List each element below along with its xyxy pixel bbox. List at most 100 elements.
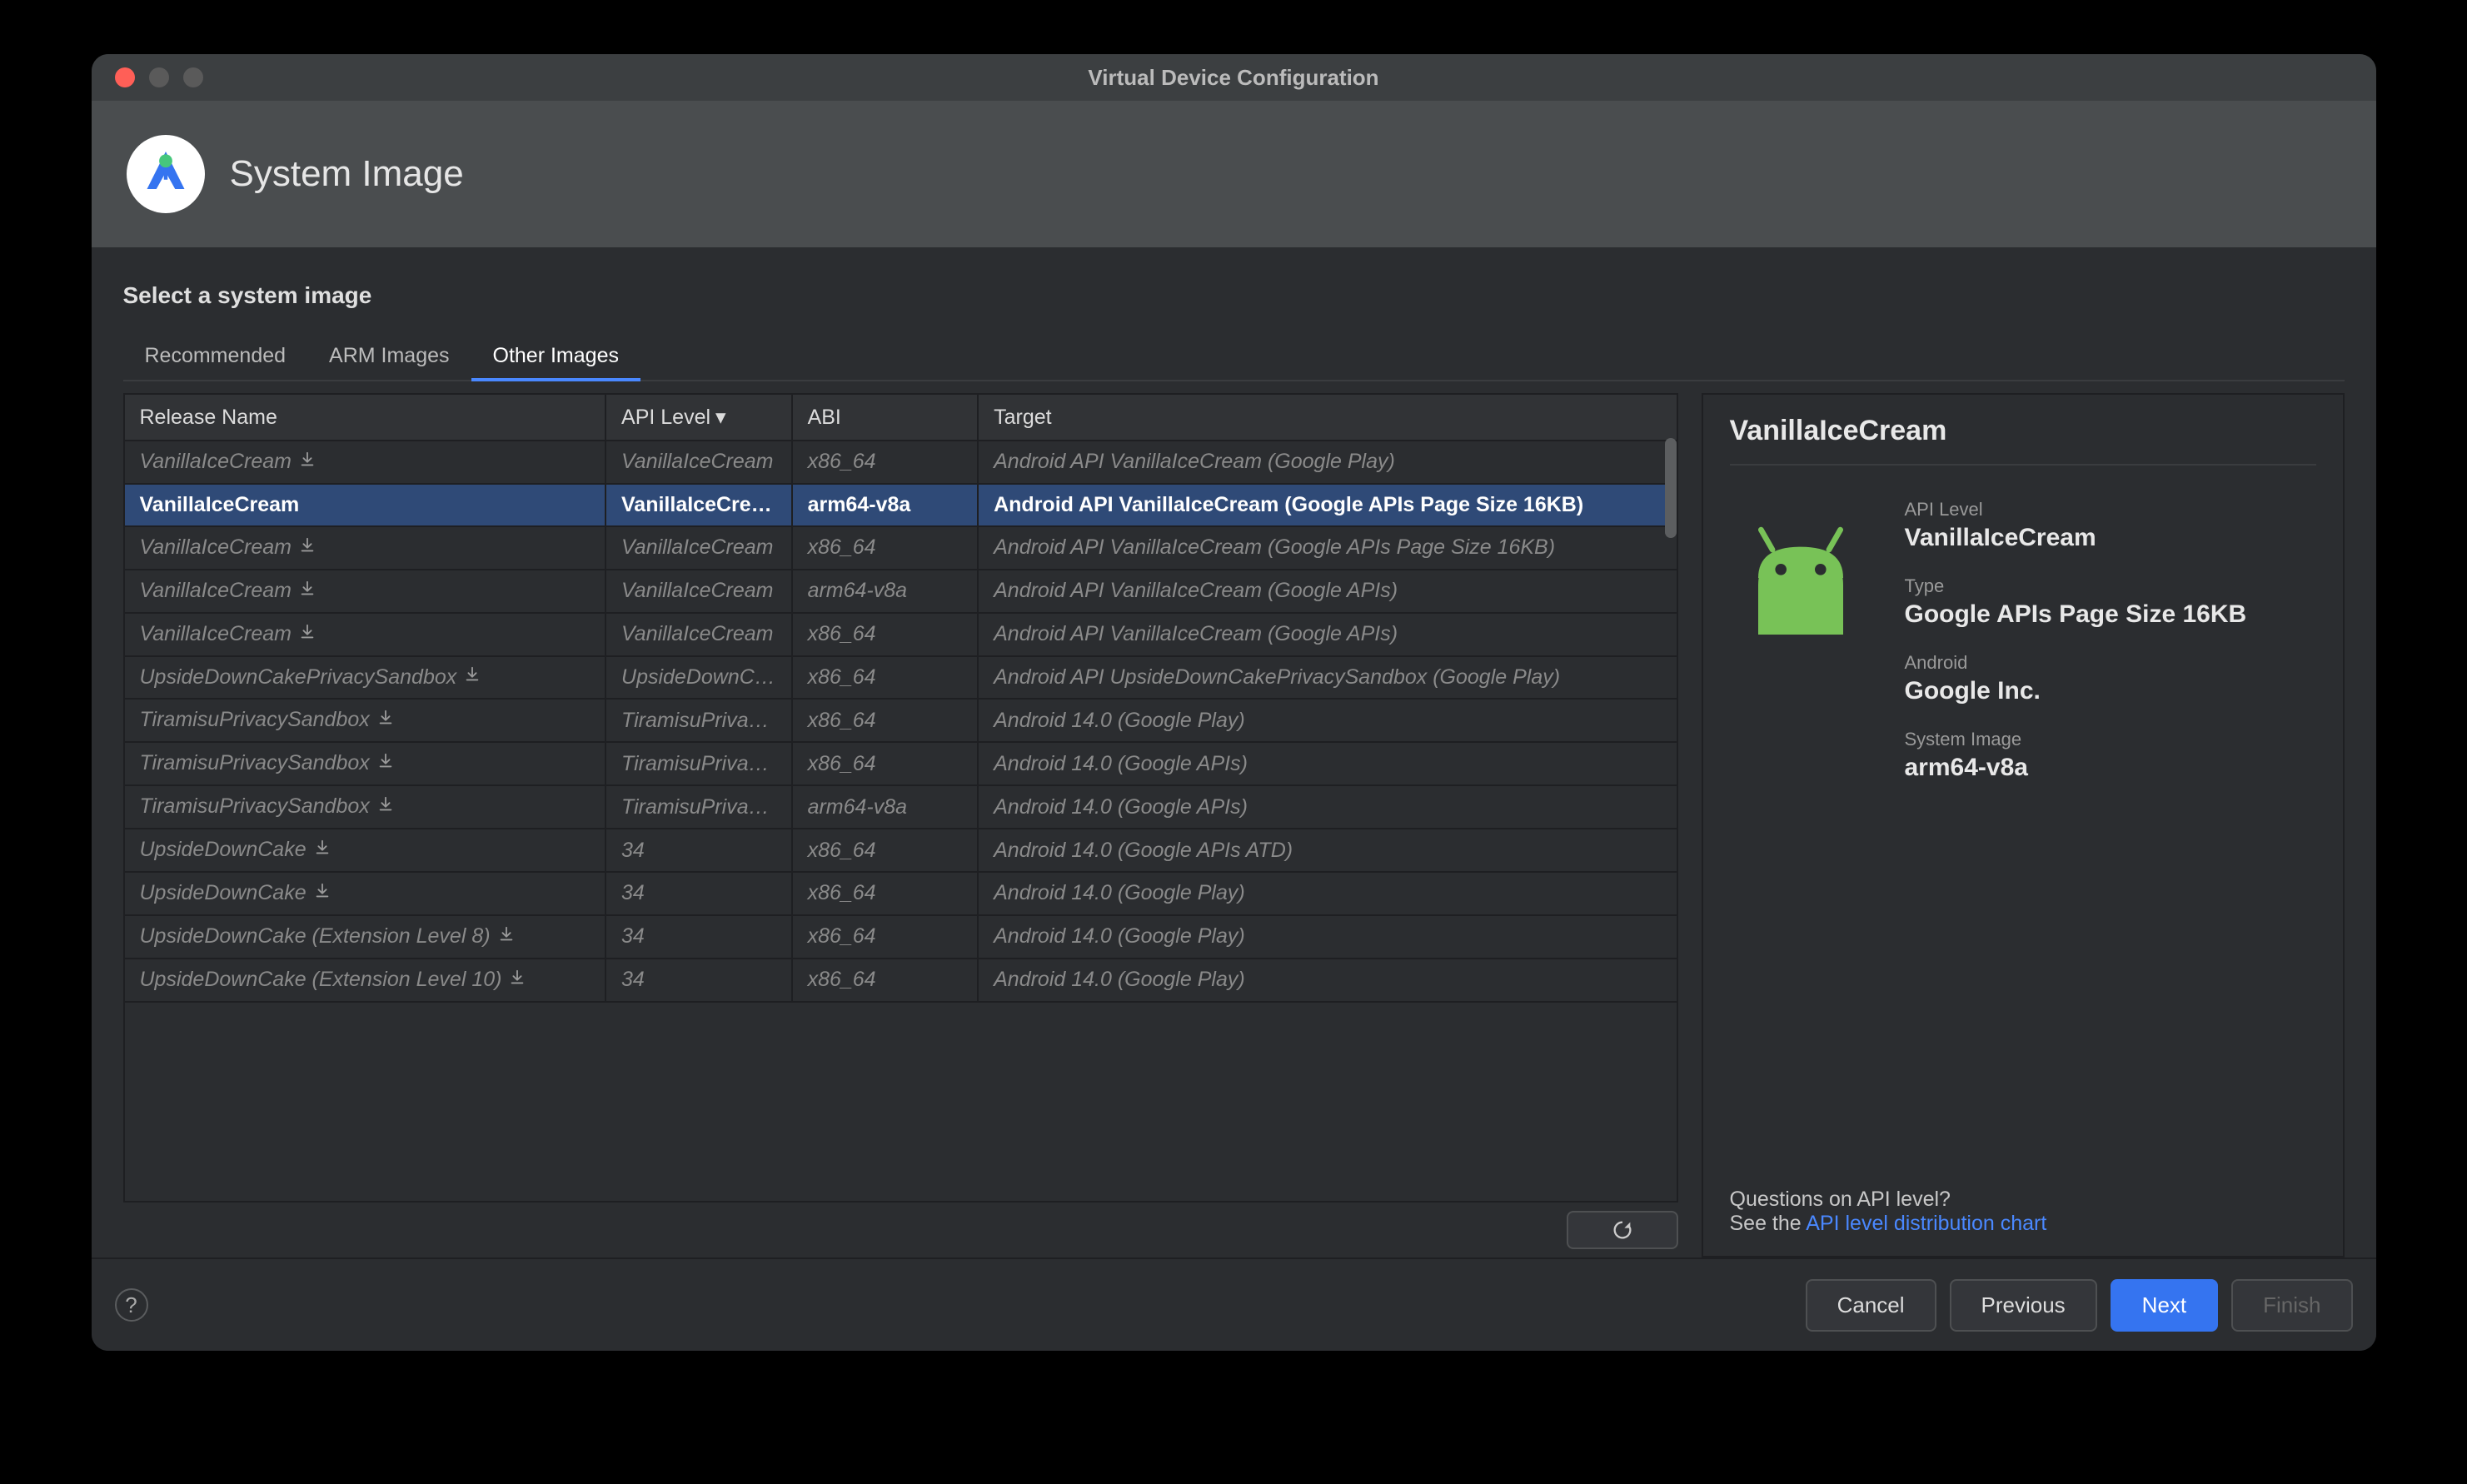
close-window-button[interactable] <box>115 67 135 87</box>
cell-abi: x86_64 <box>792 526 979 570</box>
table-row[interactable]: UpsideDownCake (Extension Level 8)34x86_… <box>125 915 1677 959</box>
system-image-label: System Image <box>1905 729 2316 750</box>
download-icon[interactable] <box>313 882 331 906</box>
api-level-distribution-link[interactable]: API level distribution chart <box>1806 1212 2046 1235</box>
cell-release: UpsideDownCake (Extension Level 10) <box>125 959 606 1002</box>
col-target-label: Target <box>994 406 1051 429</box>
window-title: Virtual Device Configuration <box>1088 65 1378 91</box>
cell-api: TiramisuPrivacyS <box>606 742 792 785</box>
cell-release: VanillaIceCream <box>125 570 606 613</box>
type-value: Google APIs Page Size 16KB <box>1905 600 2316 629</box>
refresh-icon <box>1611 1218 1634 1242</box>
android-value: Google Inc. <box>1905 677 2316 705</box>
cell-abi: x86_64 <box>792 829 979 872</box>
tab-other-images[interactable]: Other Images <box>471 334 640 381</box>
table-row[interactable]: UpsideDownCake34x86_64Android 14.0 (Goog… <box>125 829 1677 872</box>
cell-release: TiramisuPrivacySandbox <box>125 699 606 742</box>
cell-api: 34 <box>606 959 792 1002</box>
cell-api: 34 <box>606 915 792 959</box>
col-abi[interactable]: ABI <box>792 395 979 441</box>
header: System Image <box>92 101 2376 247</box>
cell-target: Android 14.0 (Google APIs) <box>978 742 1676 785</box>
footer: ? Cancel Previous Next Finish <box>92 1257 2376 1351</box>
table-row[interactable]: VanillaIceCreamVanillaIceCreamx86_64Andr… <box>125 526 1677 570</box>
titlebar: Virtual Device Configuration <box>92 54 2376 101</box>
download-icon[interactable] <box>376 709 395 733</box>
minimize-window-button[interactable] <box>149 67 169 87</box>
detail-panel: VanillaIceCream API Level <box>1702 393 2345 1257</box>
android-robot-icon <box>1730 499 1871 1171</box>
previous-button[interactable]: Previous <box>1950 1279 2097 1332</box>
table-row[interactable]: UpsideDownCake34x86_64Android 14.0 (Goog… <box>125 872 1677 915</box>
table-row[interactable]: VanillaIceCreamVanillaIceCreamarm64-v8aA… <box>125 570 1677 613</box>
cell-abi: x86_64 <box>792 656 979 700</box>
zoom-window-button[interactable] <box>183 67 203 87</box>
cell-api: VanillaIceCream <box>606 570 792 613</box>
col-api-label: API Level <box>621 406 710 429</box>
cancel-button[interactable]: Cancel <box>1806 1279 1936 1332</box>
table-row[interactable]: TiramisuPrivacySandboxTiramisuPrivacySx8… <box>125 699 1677 742</box>
see-the-text: See the <box>1730 1212 1807 1235</box>
next-button[interactable]: Next <box>2111 1279 2218 1332</box>
cell-api: TiramisuPrivacyS <box>606 699 792 742</box>
page-title: System Image <box>230 153 464 195</box>
table-row[interactable]: UpsideDownCake (Extension Level 10)34x86… <box>125 959 1677 1002</box>
download-icon[interactable] <box>376 795 395 819</box>
table-row[interactable]: VanillaIceCreamVanillaIceCreamx86_64Andr… <box>125 613 1677 656</box>
cell-release: VanillaIceCream <box>125 526 606 570</box>
cell-api: VanillaIceCream <box>606 526 792 570</box>
cell-api: VanillaIceCream <box>606 613 792 656</box>
cell-release: UpsideDownCake <box>125 829 606 872</box>
cell-release: VanillaIceCream <box>125 613 606 656</box>
col-release-name[interactable]: Release Name <box>125 395 606 441</box>
col-release-label: Release Name <box>140 406 277 429</box>
table-row[interactable]: VanillaIceCreamVanillaIceCreamarm64-v8aA… <box>125 484 1677 526</box>
table-row[interactable]: VanillaIceCreamVanillaIceCreamx86_64Andr… <box>125 441 1677 484</box>
cell-release: UpsideDownCake <box>125 872 606 915</box>
cell-target: Android API VanillaIceCream (Google APIs… <box>978 613 1676 656</box>
col-api-level[interactable]: API Level▾ <box>606 395 792 441</box>
cell-target: Android API UpsideDownCakePrivacySandbox… <box>978 656 1676 700</box>
questions-text: Questions on API level? See the API leve… <box>1730 1171 2316 1236</box>
table-row[interactable]: TiramisuPrivacySandboxTiramisuPrivacySx8… <box>125 742 1677 785</box>
finish-button: Finish <box>2231 1279 2352 1332</box>
android-label: Android <box>1905 652 2316 674</box>
download-icon[interactable] <box>376 752 395 776</box>
cell-target: Android 14.0 (Google Play) <box>978 959 1676 1002</box>
table-row[interactable]: UpsideDownCakePrivacySandboxUpsideDownCa… <box>125 656 1677 700</box>
page-subtitle: Select a system image <box>123 282 2345 309</box>
download-icon[interactable] <box>508 969 526 993</box>
scrollbar[interactable] <box>1665 438 1677 538</box>
api-level-value: VanillaIceCream <box>1905 524 2316 552</box>
android-studio-icon <box>127 135 205 213</box>
table-row[interactable]: TiramisuPrivacySandboxTiramisuPrivacySar… <box>125 785 1677 829</box>
detail-title: VanillaIceCream <box>1730 415 2316 466</box>
cell-abi: x86_64 <box>792 699 979 742</box>
refresh-button[interactable] <box>1567 1211 1678 1249</box>
tab-recommended[interactable]: Recommended <box>123 334 308 381</box>
download-icon[interactable] <box>298 580 316 604</box>
download-icon[interactable] <box>463 665 481 690</box>
detail-fields: API Level VanillaIceCream Type Google AP… <box>1905 499 2316 1171</box>
download-icon[interactable] <box>298 451 316 475</box>
tab-arm-images[interactable]: ARM Images <box>307 334 471 381</box>
cell-abi: arm64-v8a <box>792 785 979 829</box>
help-button[interactable]: ? <box>115 1288 148 1322</box>
cell-abi: x86_64 <box>792 742 979 785</box>
cell-release: TiramisuPrivacySandbox <box>125 742 606 785</box>
type-label: Type <box>1905 575 2316 597</box>
cell-release: VanillaIceCream <box>125 441 606 484</box>
cell-target: Android API VanillaIceCream (Google Play… <box>978 441 1676 484</box>
download-icon[interactable] <box>313 839 331 863</box>
traffic-lights <box>92 67 203 87</box>
cell-target: Android 14.0 (Google Play) <box>978 872 1676 915</box>
download-icon[interactable] <box>298 536 316 560</box>
cell-release: TiramisuPrivacySandbox <box>125 785 606 829</box>
col-target[interactable]: Target <box>978 395 1676 441</box>
content: Select a system image Recommended ARM Im… <box>92 247 2376 1257</box>
cell-release: VanillaIceCream <box>125 484 606 526</box>
cell-api: VanillaIceCream <box>606 484 792 526</box>
cell-abi: x86_64 <box>792 613 979 656</box>
download-icon[interactable] <box>298 623 316 647</box>
download-icon[interactable] <box>497 925 516 949</box>
